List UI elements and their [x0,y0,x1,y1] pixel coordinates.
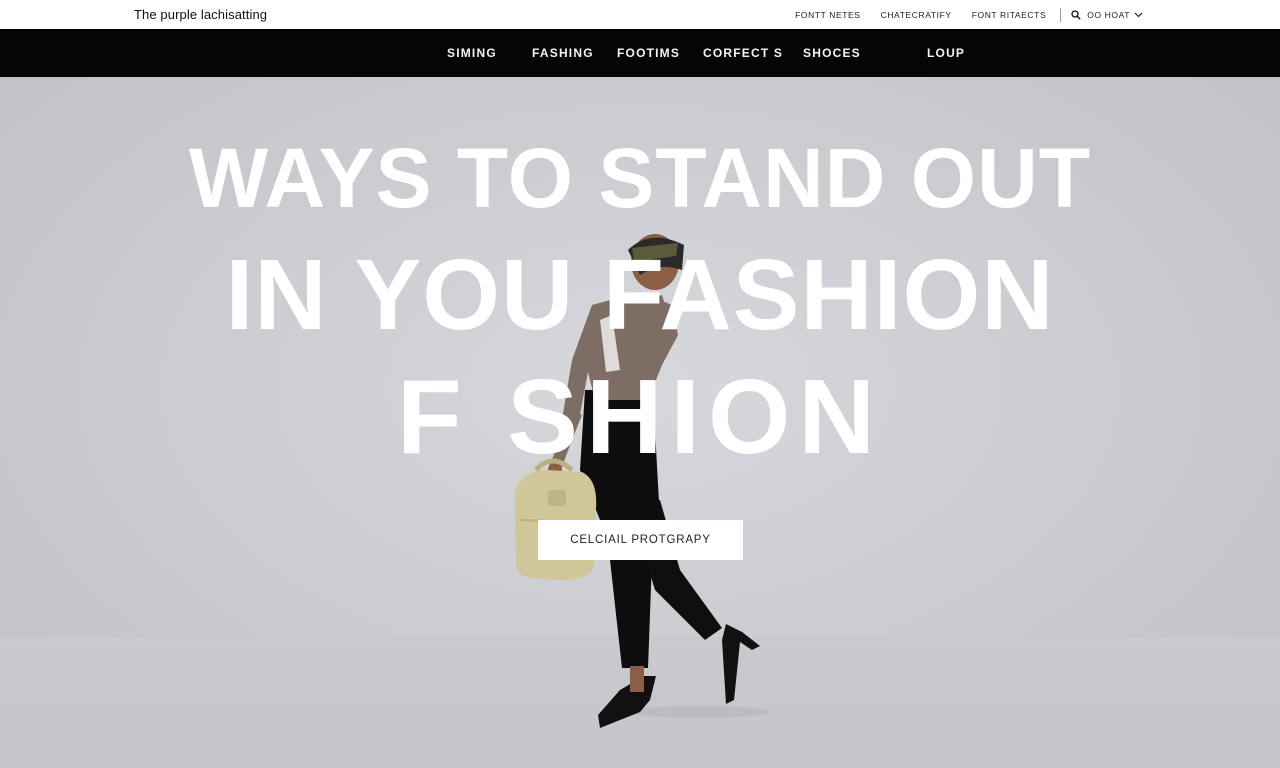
utility-link-1[interactable]: FONTT NETES [795,10,860,20]
nav-item-6[interactable]: LOUP [927,46,965,60]
chevron-down-icon [1134,12,1143,17]
nav-item-4[interactable]: CORFECT S [703,46,783,60]
hero-headline-line3-text: F SHION [397,358,883,476]
nav-item-1[interactable]: SIMING [447,46,497,60]
search-icon [1071,9,1081,20]
main-nav: SIMING FASHING FOOTIMS CORFECT S SHOCES … [0,29,1280,77]
brand-name[interactable]: The purple lachisatting [134,7,267,22]
divider [1060,7,1062,22]
utility-link-3[interactable]: FONT RITAECTS [972,10,1047,20]
search-button[interactable]: OO HOAT [1071,10,1149,20]
cta-button[interactable]: CELCIAIL PROTGRAPY [538,520,743,560]
top-utility-bar: The purple lachisatting FONTT NETES CHAT… [0,0,1280,29]
search-label: OO HOAT [1087,9,1130,20]
nav-item-2[interactable]: FASHING [532,46,594,60]
hero-banner: WAYS TO STAND OUT IN YOU FASHION F SHION… [0,77,1280,768]
utility-links: FONTT NETES CHATECRATIFY FONT RITAECTS O… [775,0,1149,29]
hero-headline-line3: F SHION [0,364,1280,470]
utility-link-2[interactable]: CHATECRATIFY [881,10,952,20]
hero-headline-line1: WAYS TO STAND OUT [188,131,1092,225]
hero-headline-line2: IN YOU FASHION [225,239,1055,351]
nav-item-3[interactable]: FOOTIMS [617,46,680,60]
nav-item-5[interactable]: SHOCES [803,46,861,60]
